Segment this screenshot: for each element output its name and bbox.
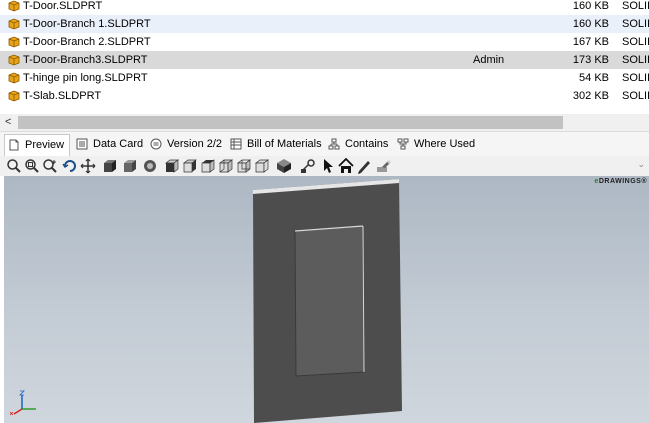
zoom-in-out-icon[interactable] [42, 158, 58, 174]
tab-version[interactable]: Version 2/2 [147, 134, 224, 154]
toolbar-overflow-chevron-icon[interactable]: ⌄ [637, 159, 645, 170]
file-row[interactable]: T-Door-Branch 2.SLDPRT 167 KB SOLID [0, 33, 649, 51]
file-type: SOLID [622, 0, 649, 12]
where-used-icon [397, 138, 409, 150]
file-row[interactable]: T-Door-Branch 1.SLDPRT 160 KB SOLID [0, 15, 649, 33]
file-size: 160 KB [572, 0, 609, 12]
preview-tabs: Preview Data Card Version 2/2 Bill of Ma… [0, 131, 649, 157]
viewer-toolbar: ⌄ [0, 156, 649, 177]
shaded-icon[interactable] [122, 158, 138, 174]
checked-out-by: Admin [473, 54, 505, 66]
bom-icon [230, 138, 242, 150]
file-size: 173 KB [572, 54, 609, 66]
file-row[interactable]: T-hinge pin long.SLDPRT 54 KB SOLID [0, 69, 649, 87]
file-type: SOLID [622, 36, 649, 48]
shaded-edges-icon[interactable] [102, 158, 118, 174]
part-file-icon [8, 0, 20, 12]
tab-label: Where Used [414, 138, 476, 150]
file-type: SOLID [622, 90, 649, 102]
markup-pen-icon[interactable] [356, 158, 372, 174]
file-name: T-Slab.SLDPRT [23, 90, 102, 102]
tab-data-card[interactable]: Data Card [73, 134, 143, 154]
view-back-icon[interactable] [182, 158, 198, 174]
rotate-icon[interactable] [62, 158, 78, 174]
pan-icon[interactable] [80, 158, 96, 174]
select-icon[interactable] [320, 158, 336, 174]
tab-label: Bill of Materials [247, 138, 322, 150]
view-left-icon[interactable] [200, 158, 216, 174]
data-card-icon [76, 138, 88, 150]
axis-triad-icon [9, 390, 36, 416]
part-file-icon [8, 90, 20, 102]
file-name: T-hinge pin long.SLDPRT [23, 72, 148, 84]
tab-label: Preview [25, 139, 65, 151]
model-render [253, 179, 402, 423]
zoom-fit-icon[interactable] [6, 158, 22, 174]
contains-icon [328, 138, 340, 150]
version-icon [150, 138, 162, 150]
view-iso-icon[interactable] [276, 158, 292, 174]
edrawings-logo: eDRAWINGS® [594, 178, 647, 185]
scrollbar-thumb[interactable] [18, 116, 563, 129]
view-front-icon[interactable] [164, 158, 180, 174]
part-file-icon [8, 18, 20, 30]
tab-preview[interactable]: Preview [4, 134, 70, 156]
options-icon[interactable] [376, 158, 392, 174]
door-inner-recess [294, 225, 365, 377]
tab-label: Version 2/2 [167, 138, 223, 150]
file-type: SOLID [622, 18, 649, 30]
3d-preview-viewport[interactable]: eDRAWINGS® [4, 176, 649, 423]
file-row[interactable]: T-Door.SLDPRT 160 KB SOLID [0, 0, 649, 15]
tab-label: Data Card [93, 138, 144, 150]
render-icon[interactable] [142, 158, 158, 174]
tab-where-used[interactable]: Where Used [394, 134, 476, 154]
tab-contains[interactable]: Contains [325, 134, 391, 154]
file-name: T-Door-Branch 1.SLDPRT [23, 18, 151, 30]
part-file-icon [8, 72, 20, 84]
view-bottom-icon[interactable] [254, 158, 270, 174]
file-type: SOLID [622, 54, 649, 66]
tab-label: Contains [345, 138, 389, 150]
file-row[interactable]: T-Slab.SLDPRT 302 KB SOLID [0, 87, 649, 105]
file-type: SOLID [622, 72, 649, 84]
file-row-selected[interactable]: T-Door-Branch3.SLDPRT Admin 173 KB SOLID [0, 51, 649, 69]
file-list: T-Door.SLDPRT 160 KB SOLID T-Door-Branch… [0, 0, 649, 114]
part-file-icon [8, 54, 20, 66]
part-file-icon [8, 36, 20, 48]
horizontal-scrollbar[interactable]: < [0, 114, 649, 131]
zoom-area-icon[interactable] [24, 158, 40, 174]
file-size: 167 KB [572, 36, 609, 48]
measure-icon[interactable] [300, 158, 316, 174]
file-name: T-Door-Branch 2.SLDPRT [23, 36, 151, 48]
preview-icon [9, 139, 19, 151]
tab-bill-of-materials[interactable]: Bill of Materials [227, 134, 322, 154]
view-right-icon[interactable] [218, 158, 234, 174]
home-icon[interactable] [338, 158, 354, 174]
file-size: 54 KB [579, 72, 609, 84]
file-name: T-Door.SLDPRT [23, 0, 103, 12]
scroll-left-arrow-icon[interactable]: < [5, 114, 11, 131]
view-top-icon[interactable] [236, 158, 252, 174]
file-size: 302 KB [572, 90, 609, 102]
file-name: T-Door-Branch3.SLDPRT [23, 54, 148, 66]
file-size: 160 KB [572, 18, 609, 30]
